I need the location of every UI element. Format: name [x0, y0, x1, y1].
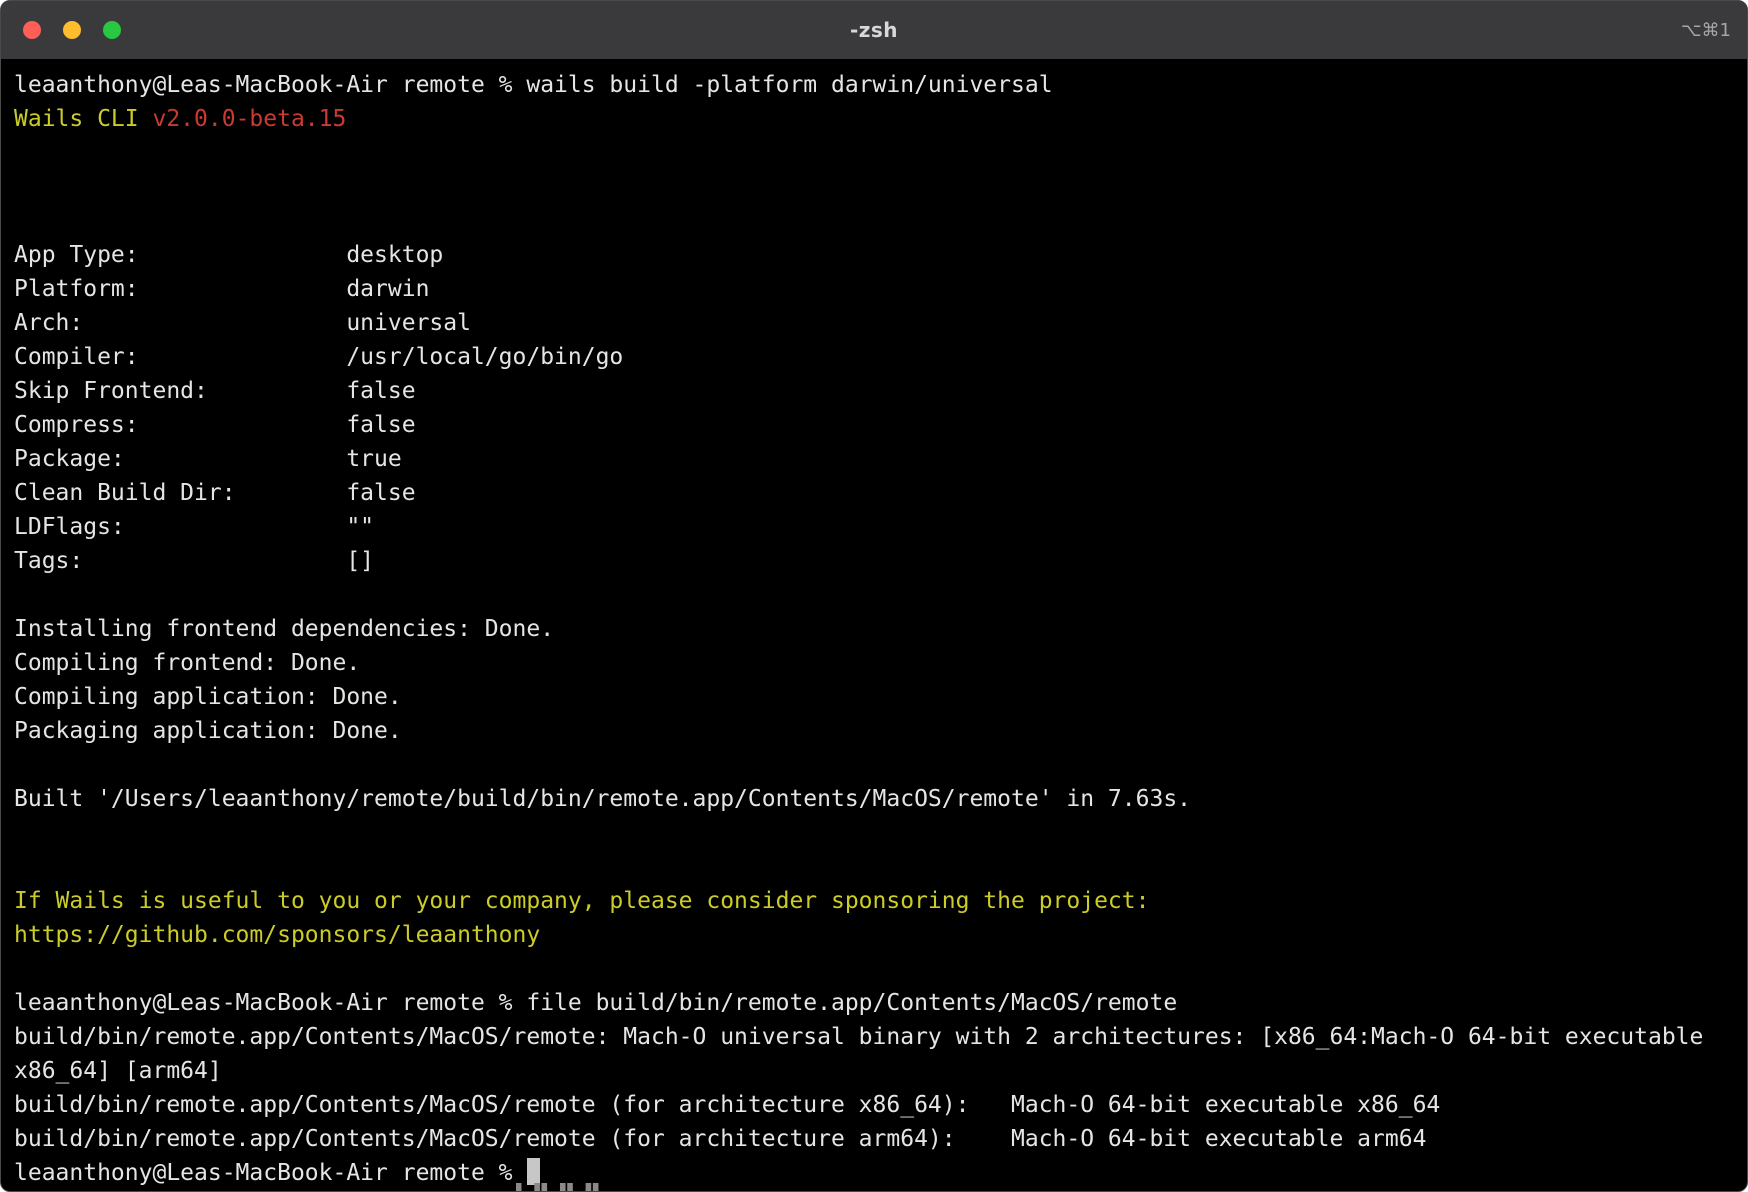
- terminal-text: build/bin/remote.app/Contents/MacOS/remo…: [14, 1092, 1440, 1118]
- terminal-line: [14, 850, 1735, 884]
- terminal-line: If Wails is useful to you or your compan…: [14, 884, 1735, 918]
- terminal-cursor[interactable]: [527, 1158, 540, 1185]
- terminal-line: leaanthony@Leas-MacBook-Air remote % wai…: [14, 68, 1735, 102]
- window-shortcut-badge: ⌥⌘1: [1681, 1, 1731, 59]
- terminal-text: If Wails is useful to you or your compan…: [14, 888, 1149, 914]
- terminal-line: [14, 952, 1735, 986]
- zoom-button[interactable]: [103, 21, 121, 39]
- terminal-text: Compress: false: [14, 412, 416, 438]
- terminal-text: Built '/Users/leaanthony/remote/build/bi…: [14, 786, 1191, 812]
- terminal-text: build/bin/remote.app/Contents/MacOS/remo…: [14, 1126, 1426, 1152]
- terminal-text: leaanthony@Leas-MacBook-Air remote % fil…: [14, 990, 1177, 1016]
- terminal-line: build/bin/remote.app/Contents/MacOS/remo…: [14, 1088, 1735, 1122]
- terminal-line: [14, 170, 1735, 204]
- terminal-text: https://github.com/sponsors/leaanthony: [14, 922, 540, 948]
- terminal-line: App Type: desktop: [14, 238, 1735, 272]
- terminal-text: LDFlags: "": [14, 514, 374, 540]
- terminal-text: App Type: desktop: [14, 242, 443, 268]
- minimize-button[interactable]: [63, 21, 81, 39]
- terminal-line: build/bin/remote.app/Contents/MacOS/remo…: [14, 1020, 1735, 1054]
- terminal-line: build/bin/remote.app/Contents/MacOS/remo…: [14, 1122, 1735, 1156]
- terminal-line: Skip Frontend: false: [14, 374, 1735, 408]
- terminal-line: Package: true: [14, 442, 1735, 476]
- terminal-line: LDFlags: "": [14, 510, 1735, 544]
- terminal-text: build/bin/remote.app/Contents/MacOS/remo…: [14, 1024, 1703, 1050]
- terminal-line: Built '/Users/leaanthony/remote/build/bi…: [14, 782, 1735, 816]
- terminal-text: Compiler: /usr/local/go/bin/go: [14, 344, 623, 370]
- terminal-text: Wails CLI: [14, 106, 152, 132]
- traffic-lights: [23, 1, 121, 59]
- terminal-line: leaanthony@Leas-MacBook-Air remote % fil…: [14, 986, 1735, 1020]
- terminal-text: Package: true: [14, 446, 402, 472]
- terminal-line: Wails CLI v2.0.0-beta.15: [14, 102, 1735, 136]
- window-titlebar[interactable]: -zsh ⌥⌘1: [1, 1, 1747, 60]
- terminal-text: Skip Frontend: false: [14, 378, 416, 404]
- terminal-text: Compiling frontend: Done.: [14, 650, 360, 676]
- close-button[interactable]: [23, 21, 41, 39]
- terminal-text: v2.0.0-beta.15: [152, 106, 346, 132]
- terminal-line: x86_64] [arm64]: [14, 1054, 1735, 1088]
- terminal-text: Tags: []: [14, 548, 374, 574]
- terminal-line: Platform: darwin: [14, 272, 1735, 306]
- terminal-line: Clean Build Dir: false: [14, 476, 1735, 510]
- terminal-line: https://github.com/sponsors/leaanthony: [14, 918, 1735, 952]
- terminal-text: leaanthony@Leas-MacBook-Air remote % wai…: [14, 72, 1053, 98]
- terminal-line: Compiler: /usr/local/go/bin/go: [14, 340, 1735, 374]
- terminal-line: Compiling frontend: Done.: [14, 646, 1735, 680]
- terminal-text: leaanthony@Leas-MacBook-Air remote %: [14, 1160, 526, 1186]
- terminal-text: Installing frontend dependencies: Done.: [14, 616, 554, 642]
- terminal-line: [14, 748, 1735, 782]
- terminal-line: Compress: false: [14, 408, 1735, 442]
- terminal-line: Tags: []: [14, 544, 1735, 578]
- terminal-text: Clean Build Dir: false: [14, 480, 416, 506]
- terminal-line: leaanthony@Leas-MacBook-Air remote %: [14, 1156, 1735, 1190]
- terminal-line: [14, 136, 1735, 170]
- terminal-line: Arch: universal: [14, 306, 1735, 340]
- terminal-line: [14, 578, 1735, 612]
- terminal-body[interactable]: leaanthony@Leas-MacBook-Air remote % wai…: [1, 60, 1747, 1190]
- terminal-text: x86_64] [arm64]: [14, 1058, 222, 1084]
- terminal-text: Platform: darwin: [14, 276, 429, 302]
- terminal-line: [14, 816, 1735, 850]
- terminal-window: -zsh ⌥⌘1 leaanthony@Leas-MacBook-Air rem…: [0, 0, 1748, 1192]
- window-title: -zsh: [1, 18, 1747, 42]
- terminal-text: Compiling application: Done.: [14, 684, 402, 710]
- terminal-line: Installing frontend dependencies: Done.: [14, 612, 1735, 646]
- terminal-line: Compiling application: Done.: [14, 680, 1735, 714]
- clipped-partial-line: ▚▞▚▞▚▞▚: [516, 1183, 606, 1192]
- terminal-text: Arch: universal: [14, 310, 471, 336]
- terminal-line: [14, 204, 1735, 238]
- terminal-text: Packaging application: Done.: [14, 718, 402, 744]
- terminal-line: Packaging application: Done.: [14, 714, 1735, 748]
